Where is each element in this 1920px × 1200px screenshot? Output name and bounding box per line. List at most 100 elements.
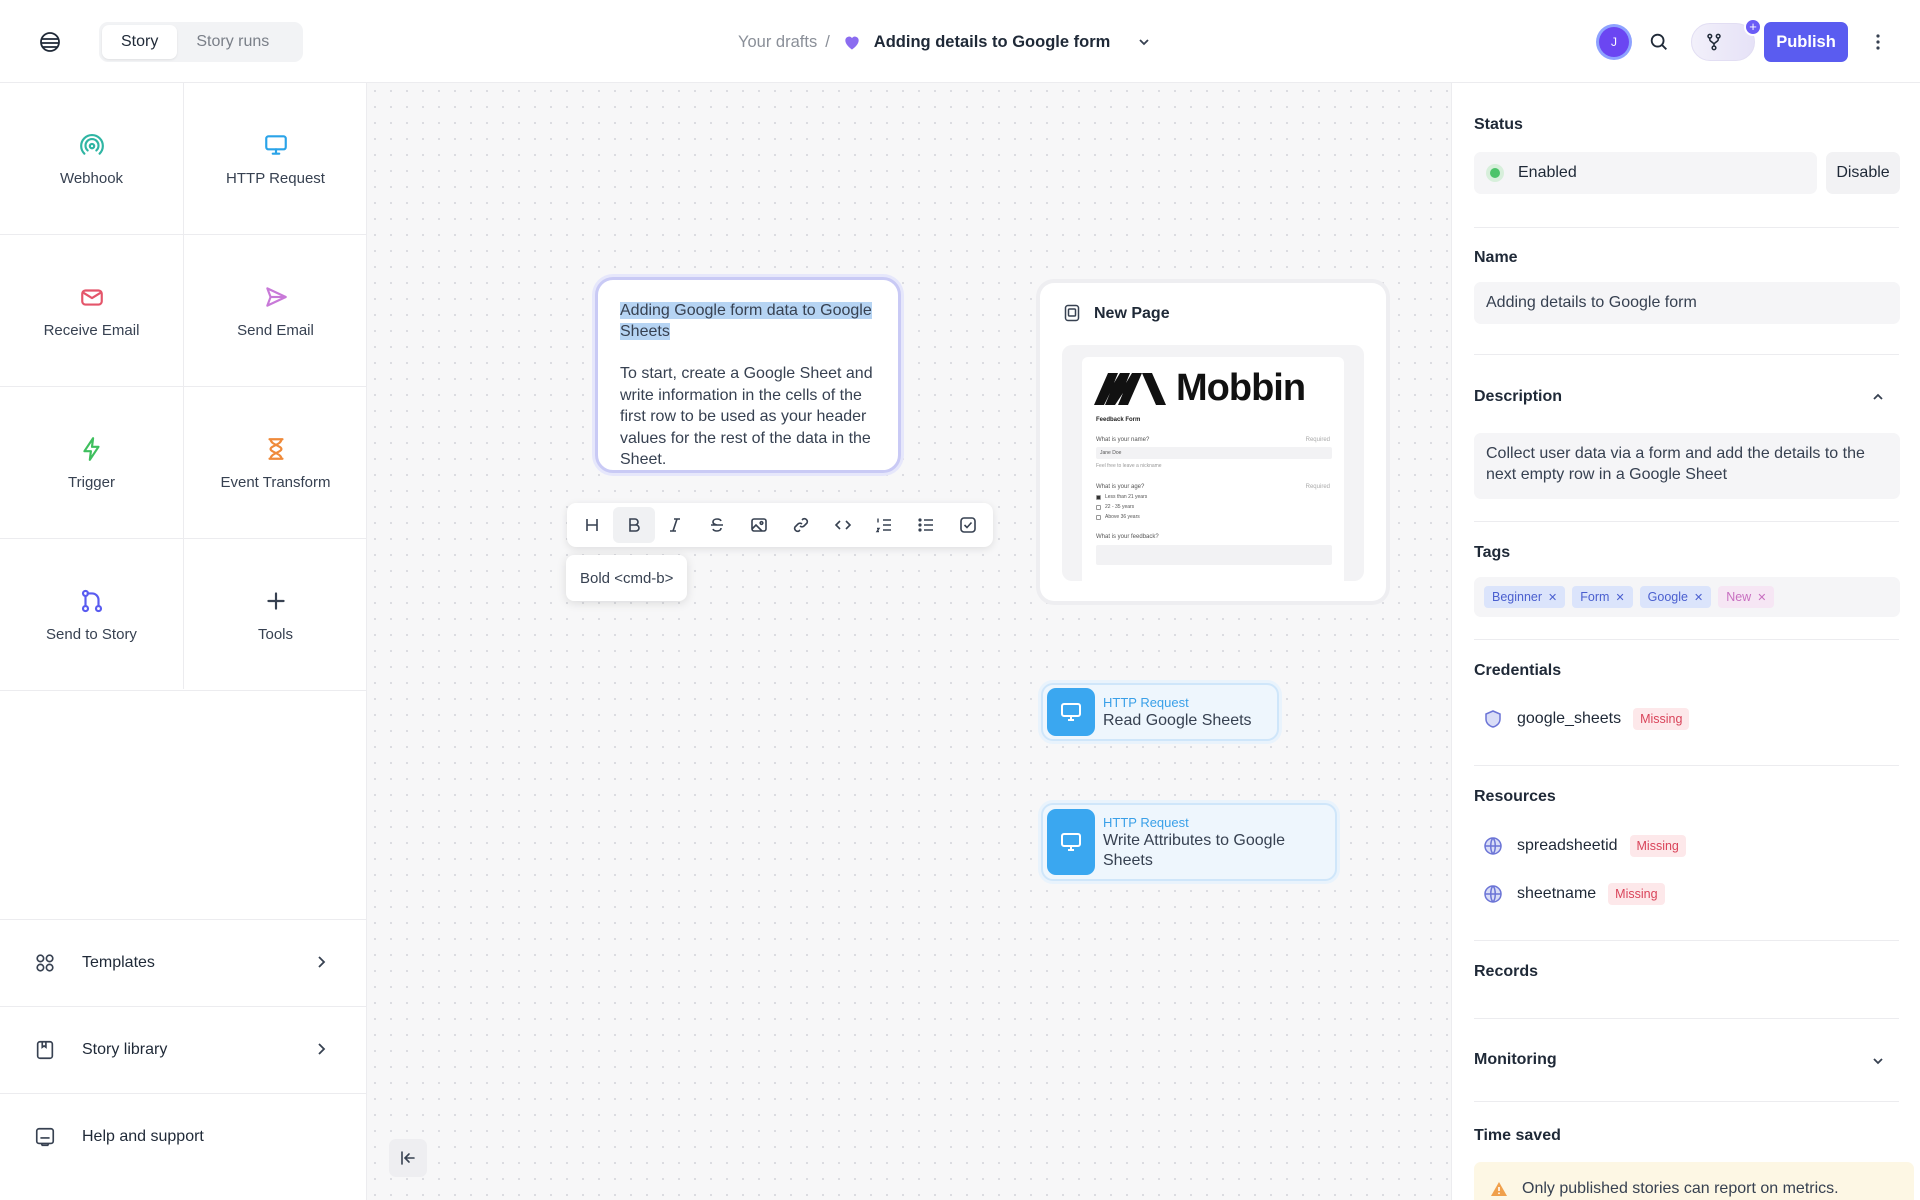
tags-input[interactable]: Beginner ✕ Form ✕ Google ✕ New ✕	[1474, 577, 1900, 617]
tab-story[interactable]: Story	[102, 25, 178, 59]
tool-send-email[interactable]: Send Email	[184, 235, 367, 387]
missing-badge: Missing	[1629, 835, 1686, 857]
mobbin-logo	[1094, 373, 1166, 405]
story-settings-panel: Status Enabled Disable Name Description …	[1451, 83, 1920, 1200]
bullet-list-button[interactable]	[905, 507, 947, 543]
collapse-sidebar-button[interactable]	[389, 1139, 427, 1177]
change-control-button[interactable]: +	[1691, 18, 1762, 61]
form-field	[1096, 545, 1332, 565]
time-saved-heading: Time saved	[1474, 1127, 1561, 1144]
form-option: Above 36 years	[1105, 514, 1140, 520]
sidebar-item-templates[interactable]: Templates	[0, 920, 367, 1006]
image-button[interactable]	[738, 507, 780, 543]
action-read-google-sheets[interactable]: HTTP Request Read Google Sheets	[1041, 683, 1279, 741]
tool-event-transform[interactable]: Event Transform	[184, 387, 367, 539]
tool-label: Tools	[257, 625, 294, 643]
code-button[interactable]	[822, 507, 864, 543]
tool-label: HTTP Request	[226, 169, 325, 187]
tag-chip[interactable]: Beginner ✕	[1484, 586, 1566, 608]
chevron-down-icon[interactable]	[1870, 1053, 1886, 1069]
strikethrough-button[interactable]	[696, 507, 738, 543]
note-title[interactable]: Adding Google form data to Google Sheets	[620, 300, 876, 342]
branch-badge: +	[1744, 18, 1762, 36]
tool-receive-email[interactable]: Receive Email	[0, 235, 183, 387]
remove-tag-icon[interactable]: ✕	[1757, 591, 1766, 604]
monitor-icon	[1061, 703, 1081, 721]
chevron-down-icon[interactable]	[1136, 34, 1152, 50]
tool-tools[interactable]: Tools	[184, 539, 367, 691]
note-card[interactable]: Adding Google form data to Google Sheets…	[595, 277, 901, 473]
form-title: Feedback Form	[1096, 417, 1141, 423]
chevron-up-icon[interactable]	[1870, 389, 1886, 405]
search-icon[interactable]	[1648, 31, 1670, 53]
remove-tag-icon[interactable]: ✕	[1548, 591, 1557, 604]
credential-row[interactable]: google_sheets Missing	[1483, 707, 1690, 731]
link-icon	[793, 517, 808, 533]
sidebar-item-help[interactable]: Help and support	[0, 1094, 367, 1180]
action-icon	[1047, 809, 1095, 875]
tag-chip[interactable]: New ✕	[1718, 586, 1775, 608]
tag-chip[interactable]: Form ✕	[1572, 586, 1633, 608]
disable-button[interactable]: Disable	[1826, 152, 1900, 194]
tool-send-to-story[interactable]: Send to Story	[0, 539, 183, 691]
tag-label: Google	[1647, 590, 1688, 604]
form-checkbox	[1096, 495, 1101, 500]
required-label: Required	[1305, 437, 1330, 443]
shield-icon	[1485, 710, 1501, 728]
chevron-right-icon	[318, 1043, 326, 1055]
format-toolbar	[567, 503, 993, 547]
checkbox-icon	[960, 517, 976, 533]
app-logo-icon[interactable]	[38, 30, 62, 54]
form-field	[1096, 447, 1332, 459]
chevron-right-icon	[318, 956, 326, 968]
resource-row[interactable]: spreadsheetid Missing	[1483, 834, 1686, 858]
section-divider	[1474, 354, 1899, 355]
user-avatar[interactable]: J	[1599, 27, 1629, 57]
globe-icon	[1484, 837, 1502, 855]
story-canvas[interactable]: Adding Google form data to Google Sheets…	[367, 83, 1451, 1200]
form-checkbox	[1096, 515, 1101, 520]
page-card[interactable]: New Page Mobbin Feedback Form What is yo…	[1040, 283, 1386, 601]
section-divider	[1474, 1018, 1899, 1019]
story-name-input[interactable]	[1474, 282, 1900, 324]
tool-webhook[interactable]: Webhook	[0, 83, 183, 235]
form-hint: Feel free to leave a nickname	[1096, 463, 1162, 469]
more-vertical-icon[interactable]	[1871, 32, 1885, 52]
tag-chip[interactable]: Google ✕	[1639, 586, 1712, 608]
tool-http-request[interactable]: HTTP Request	[184, 83, 367, 235]
remove-tag-icon[interactable]: ✕	[1615, 591, 1624, 604]
sidebar-item-story-library[interactable]: Story library	[0, 1007, 367, 1093]
resources-heading: Resources	[1474, 788, 1556, 805]
sidebar-item-label: Help and support	[82, 1128, 204, 1145]
section-divider	[1474, 521, 1899, 522]
missing-badge: Missing	[1633, 708, 1690, 730]
resource-row[interactable]: sheetname Missing	[1483, 882, 1665, 906]
bold-button[interactable]	[612, 507, 655, 543]
description-input[interactable]: Collect user data via a form and add the…	[1474, 433, 1900, 499]
required-label: Required	[1305, 484, 1330, 490]
tool-trigger[interactable]: Trigger	[0, 387, 183, 539]
form-field-value: Jane Doe	[1100, 450, 1122, 456]
send-icon	[265, 286, 287, 307]
ordered-list-button[interactable]	[864, 507, 906, 543]
records-heading[interactable]: Records	[1474, 963, 1538, 981]
tag-label: New	[1726, 590, 1752, 604]
link-button[interactable]	[780, 507, 822, 543]
checklist-button[interactable]	[947, 507, 989, 543]
git-branch-icon	[81, 589, 102, 612]
action-write-attributes[interactable]: HTTP Request Write Attributes to Google …	[1041, 803, 1337, 881]
italic-button[interactable]	[655, 507, 697, 543]
story-title[interactable]: Adding details to Google form	[874, 33, 1111, 52]
publish-button[interactable]: Publish	[1764, 22, 1848, 62]
bold-icon	[628, 518, 640, 532]
status-indicator	[1486, 164, 1504, 182]
form-option: 22 - 35 years	[1105, 504, 1135, 510]
breadcrumb-parent-link[interactable]: Your drafts	[738, 33, 817, 52]
section-divider	[1474, 765, 1899, 766]
tab-story-runs[interactable]: Story runs	[177, 25, 288, 59]
monitoring-heading[interactable]: Monitoring	[1474, 1051, 1557, 1069]
credentials-heading: Credentials	[1474, 662, 1562, 679]
note-body[interactable]: To start, create a Google Sheet and writ…	[620, 363, 876, 471]
heading-button[interactable]	[571, 507, 613, 543]
remove-tag-icon[interactable]: ✕	[1694, 591, 1703, 604]
